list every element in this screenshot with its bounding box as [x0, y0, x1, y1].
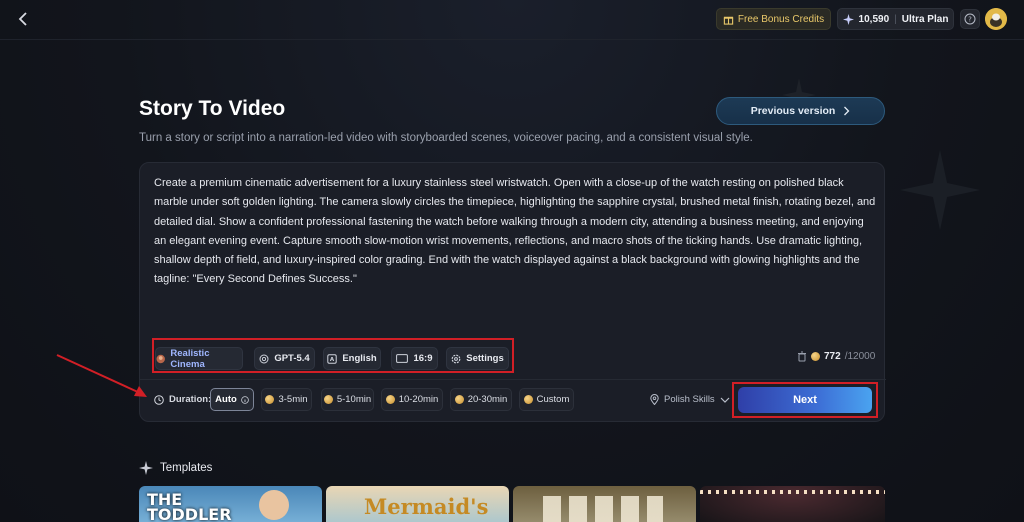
prompt-card: Create a premium cinematic advertisement… [139, 162, 886, 422]
aspect-ratio-icon [396, 354, 409, 363]
credits-value: 10,590 [858, 13, 890, 25]
duration-option-3-5min[interactable]: 3-5min [261, 388, 312, 411]
polish-skills-label: Polish Skills [664, 394, 715, 405]
sparkle-icon [139, 461, 153, 475]
character-counter: 772 /12000 [797, 351, 875, 362]
help-button[interactable]: ? [960, 9, 980, 29]
calligraphy-image [543, 496, 663, 522]
ratio-chip-label: 16:9 [413, 353, 433, 364]
template-card-mermaid[interactable]: Mermaid's [326, 486, 509, 522]
duration-option-label: 3-5min [278, 394, 308, 405]
trash-icon[interactable] [797, 351, 807, 362]
language-chip[interactable]: A English [323, 347, 381, 370]
duration-label-text: Duration: [169, 394, 212, 405]
templates-heading: Templates [139, 461, 212, 475]
style-thumbnail-icon [156, 354, 165, 363]
free-bonus-credits-button[interactable]: Free Bonus Credits [716, 8, 831, 30]
coin-icon [385, 395, 395, 404]
template-card-title: Mermaid's [364, 494, 489, 519]
svg-text:?: ? [968, 16, 972, 24]
avatar[interactable] [985, 8, 1007, 30]
gift-icon [723, 16, 734, 25]
model-chip[interactable]: GPT-5.4 [254, 347, 315, 370]
back-button[interactable] [12, 8, 34, 30]
duration-option-label: 10-20min [398, 394, 439, 405]
location-pin-icon [650, 394, 659, 405]
coin-icon [323, 395, 333, 404]
counter-used: 772 [824, 351, 841, 362]
duration-option-auto[interactable]: Auto [210, 388, 254, 411]
previous-version-button[interactable]: Previous version [716, 97, 885, 125]
language-chip-label: English [342, 353, 377, 364]
prompt-textarea[interactable]: Create a premium cinematic advertisement… [154, 174, 876, 290]
chevron-left-icon [18, 12, 27, 26]
previous-version-label: Previous version [750, 105, 836, 117]
bonus-label: Free Bonus Credits [737, 13, 825, 25]
style-chip-label: Realistic Cinema [170, 347, 210, 370]
duration-label: Duration: [154, 394, 211, 405]
chevron-right-icon [844, 106, 850, 116]
template-card-title: THE TODDLER [147, 490, 232, 522]
duration-option-label: Custom [536, 394, 570, 405]
avatar-image-icon [985, 8, 1007, 30]
coin-icon [523, 395, 533, 404]
svg-text:A: A [330, 357, 335, 363]
clock-icon [154, 394, 164, 405]
pill-separator: | [894, 13, 897, 25]
gear-icon [451, 354, 461, 363]
next-button[interactable]: Next [738, 387, 872, 413]
duration-option-custom[interactable]: Custom [519, 388, 574, 411]
divider [140, 379, 886, 380]
style-chip[interactable]: Realistic Cinema [155, 347, 243, 370]
page-title: Story To Video [139, 97, 286, 120]
duration-option-10-20min[interactable]: 10-20min [381, 388, 443, 411]
coin-icon [265, 395, 275, 404]
duration-option-5-10min[interactable]: 5-10min [321, 388, 374, 411]
question-icon: ? [964, 13, 976, 25]
model-chip-label: GPT-5.4 [274, 353, 310, 364]
duration-option-20-30min[interactable]: 20-30min [450, 388, 512, 411]
template-card-toddler[interactable]: THE TODDLER [139, 486, 322, 522]
templates-heading-label: Templates [160, 462, 213, 474]
template-card-japanese[interactable] [513, 486, 696, 522]
duration-option-label: 5-10min [336, 394, 372, 405]
counter-max: /12000 [844, 351, 876, 362]
ratio-chip[interactable]: 16:9 [391, 347, 438, 370]
coin-icon [454, 395, 464, 404]
coin-icon [811, 352, 820, 361]
template-card-stadium[interactable] [700, 486, 885, 522]
duration-option-label: 20-30min [467, 394, 508, 405]
child-face-image [259, 490, 289, 520]
settings-chip-label: Settings [466, 353, 504, 364]
sparkle-icon [842, 13, 854, 25]
stadium-lights-image [700, 490, 885, 494]
plan-label: Ultra Plan [901, 13, 949, 25]
info-icon [241, 395, 249, 404]
credits-plan-pill[interactable]: 10,590 | Ultra Plan [837, 8, 954, 30]
settings-chip[interactable]: Settings [446, 347, 509, 370]
openai-icon [259, 354, 269, 363]
polish-skills-dropdown[interactable]: Polish Skills [650, 394, 730, 405]
duration-option-label: Auto [215, 394, 237, 405]
page-subtitle: Turn a story or script into a narration-… [139, 132, 753, 144]
chevron-down-icon [720, 397, 730, 403]
translate-icon: A [327, 353, 338, 364]
decorative-star-icon [900, 150, 980, 230]
top-bar: Free Bonus Credits 10,590 | Ultra Plan ? [0, 0, 1024, 40]
